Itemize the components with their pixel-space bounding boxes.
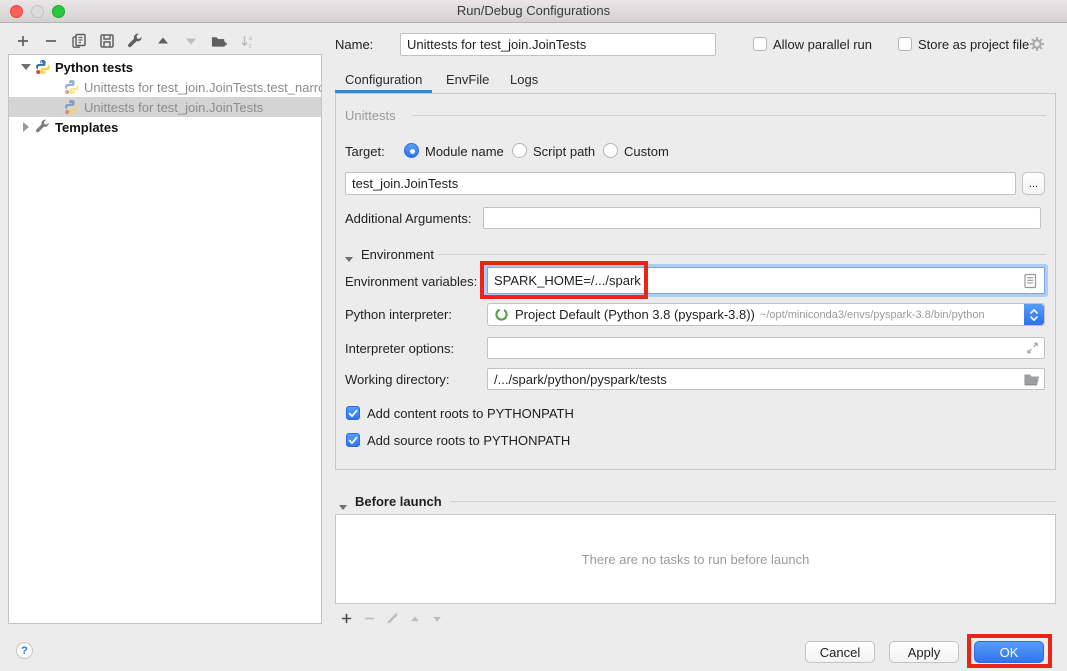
interpreter-options-label: Interpreter options: bbox=[345, 341, 454, 356]
before-launch-collapse-icon[interactable] bbox=[339, 498, 347, 513]
before-launch-empty-text: There are no tasks to run before launch bbox=[582, 552, 810, 567]
python-interpreter-path: ~/opt/miniconda3/envs/pyspark-3.8/bin/py… bbox=[760, 309, 985, 321]
unittests-group-label: Unittests bbox=[345, 108, 396, 123]
browse-button[interactable]: ... bbox=[1022, 172, 1045, 195]
name-input[interactable] bbox=[400, 33, 716, 56]
add-content-roots-label: Add content roots to PYTHONPATH bbox=[367, 406, 574, 421]
python-test-icon bbox=[64, 99, 80, 115]
tree-item-label: Python tests bbox=[55, 60, 133, 75]
copy-icon[interactable] bbox=[71, 33, 87, 49]
tree-item-unittest-narrow[interactable]: Unittests for test_join.JoinTests.test_n… bbox=[9, 77, 321, 97]
tab-logs[interactable]: Logs bbox=[510, 72, 538, 87]
gear-icon[interactable] bbox=[1029, 36, 1045, 55]
sidebar-toolbar: az bbox=[15, 33, 255, 49]
expand-icon[interactable] bbox=[1026, 342, 1039, 355]
add-content-roots-checkbox[interactable] bbox=[346, 406, 360, 420]
annotation-box-ok bbox=[967, 634, 1052, 668]
radio-module-name-label: Module name bbox=[425, 144, 504, 159]
allow-parallel-run-checkbox[interactable] bbox=[753, 37, 767, 51]
window-title: Run/Debug Configurations bbox=[0, 0, 1067, 22]
stepper-icon[interactable] bbox=[1024, 304, 1044, 325]
browse-variables-icon[interactable] bbox=[1024, 274, 1037, 289]
save-icon[interactable] bbox=[99, 33, 115, 49]
additional-arguments-label: Additional Arguments: bbox=[345, 211, 471, 226]
move-down-icon bbox=[183, 33, 199, 49]
remove-icon[interactable] bbox=[43, 33, 59, 49]
tree-item-unittest-jointests[interactable]: Unittests for test_join.JoinTests bbox=[9, 97, 321, 117]
add-task-icon[interactable] bbox=[340, 612, 353, 628]
working-directory-input[interactable] bbox=[487, 368, 1045, 390]
wrench-icon bbox=[35, 119, 51, 135]
sort-alpha-icon: az bbox=[239, 33, 255, 49]
svg-text:z: z bbox=[248, 42, 251, 49]
add-source-roots-checkbox[interactable] bbox=[346, 433, 360, 447]
tree-item-python-tests[interactable]: Python tests bbox=[9, 57, 321, 77]
before-launch-section-label: Before launch bbox=[355, 494, 442, 509]
python-interpreter-value: Project Default (Python 3.8 (pyspark-3.8… bbox=[515, 307, 755, 322]
run-debug-configurations-dialog: Run/Debug Configurations az Python tests… bbox=[0, 0, 1067, 671]
target-label: Target: bbox=[345, 144, 385, 159]
move-up-icon[interactable] bbox=[155, 33, 171, 49]
tree-item-label: Unittests for test_join.JoinTests.test_n… bbox=[84, 80, 321, 95]
configurations-tree: Python tests Unittests for test_join.Joi… bbox=[8, 54, 322, 624]
before-launch-divider bbox=[450, 501, 1056, 502]
annotation-box-env-vars bbox=[480, 261, 648, 299]
minimize-window-icon bbox=[31, 5, 44, 18]
group-divider bbox=[412, 115, 1046, 116]
interpreter-options-input[interactable] bbox=[487, 337, 1045, 359]
additional-arguments-input[interactable] bbox=[483, 207, 1041, 229]
radio-custom-label: Custom bbox=[624, 144, 669, 159]
environment-divider bbox=[438, 254, 1046, 255]
add-icon[interactable] bbox=[15, 33, 31, 49]
tree-item-label: Unittests for test_join.JoinTests bbox=[84, 100, 263, 115]
radio-custom[interactable] bbox=[603, 143, 618, 158]
folder-icon[interactable] bbox=[1024, 373, 1040, 386]
titlebar: Run/Debug Configurations bbox=[0, 0, 1067, 23]
allow-parallel-run-label: Allow parallel run bbox=[773, 37, 872, 52]
cancel-button[interactable]: Cancel bbox=[805, 641, 875, 663]
zoom-window-icon[interactable] bbox=[52, 5, 65, 18]
store-as-project-file-label: Store as project file bbox=[918, 37, 1029, 52]
python-tests-icon bbox=[35, 59, 51, 75]
close-window-icon[interactable] bbox=[10, 5, 23, 18]
environment-variables-label: Environment variables: bbox=[345, 274, 477, 289]
before-launch-tasks-list: There are no tasks to run before launch bbox=[335, 514, 1056, 604]
working-directory-label: Working directory: bbox=[345, 372, 450, 387]
remove-task-icon bbox=[363, 612, 376, 628]
edit-task-pencil-icon bbox=[386, 612, 399, 628]
svg-text:a: a bbox=[248, 35, 252, 42]
before-launch-toolbar bbox=[340, 612, 443, 628]
python-test-icon bbox=[64, 79, 80, 95]
radio-module-name[interactable] bbox=[404, 143, 419, 158]
name-label: Name: bbox=[335, 37, 373, 52]
python-interpreter-label: Python interpreter: bbox=[345, 307, 452, 322]
store-as-project-file-checkbox[interactable] bbox=[898, 37, 912, 51]
chevron-right-icon[interactable] bbox=[23, 122, 29, 132]
apply-button[interactable]: Apply bbox=[889, 641, 959, 663]
add-source-roots-label: Add source roots to PYTHONPATH bbox=[367, 433, 570, 448]
tree-item-label: Templates bbox=[55, 120, 118, 135]
tab-envfile[interactable]: EnvFile bbox=[446, 72, 489, 87]
environment-section-label: Environment bbox=[361, 247, 434, 262]
environment-collapse-icon[interactable] bbox=[345, 250, 353, 265]
radio-script-path[interactable] bbox=[512, 143, 527, 158]
conda-env-icon bbox=[494, 307, 509, 322]
help-button[interactable]: ? bbox=[16, 642, 33, 659]
python-interpreter-select[interactable]: Project Default (Python 3.8 (pyspark-3.8… bbox=[487, 303, 1045, 326]
tree-item-templates[interactable]: Templates bbox=[9, 117, 321, 137]
tab-configuration[interactable]: Configuration bbox=[345, 72, 422, 87]
move-task-up-icon bbox=[409, 613, 421, 628]
module-name-input[interactable] bbox=[345, 172, 1016, 195]
edit-defaults-wrench-icon[interactable] bbox=[127, 33, 143, 49]
radio-script-path-label: Script path bbox=[533, 144, 595, 159]
new-folder-icon[interactable] bbox=[211, 33, 227, 49]
move-task-down-icon bbox=[431, 613, 443, 628]
traffic-lights bbox=[10, 5, 65, 18]
chevron-down-icon[interactable] bbox=[21, 64, 31, 70]
